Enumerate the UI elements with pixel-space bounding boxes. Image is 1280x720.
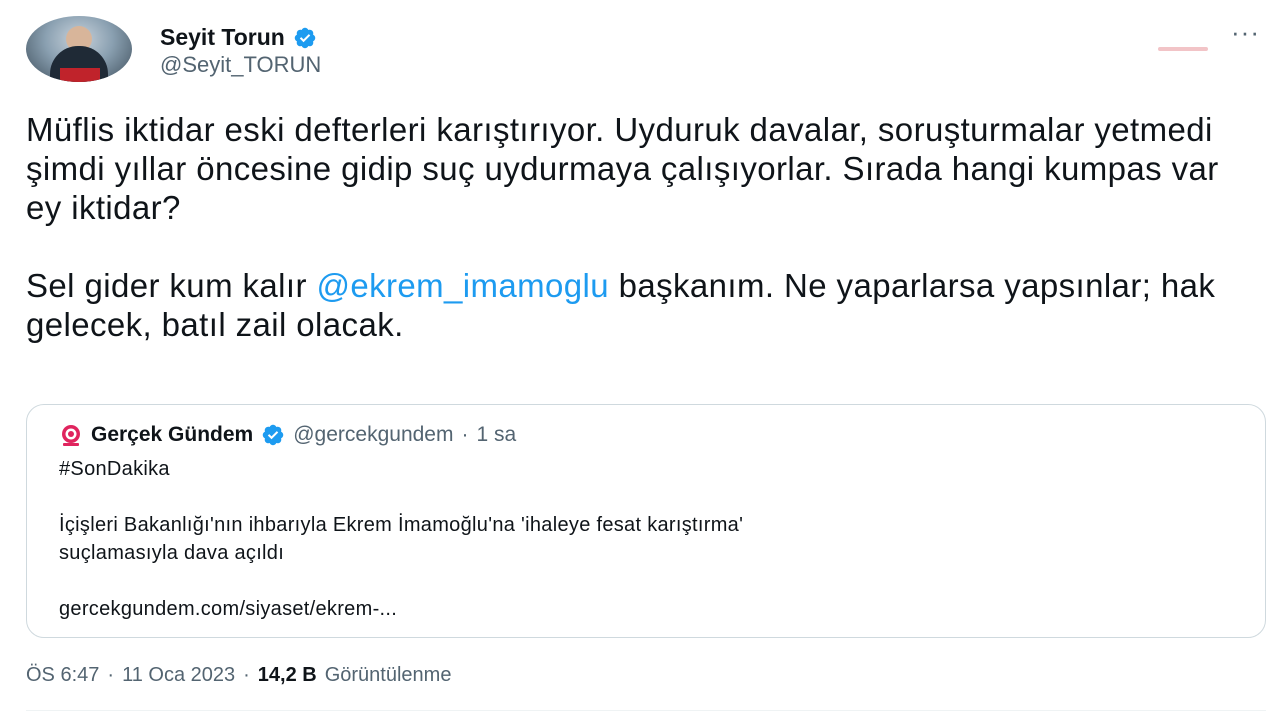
tweet-paragraph-2-start: Sel gider kum kalır [26, 267, 317, 304]
more-options-icon[interactable]: ··· [1231, 19, 1260, 45]
quoted-timestamp[interactable]: 1 sa [476, 423, 516, 447]
tweet-meta: ÖS 6:47 · 11 Oca 2023 · 14,2 B Görüntüle… [26, 664, 451, 687]
quoted-tweet-card[interactable]: Gerçek Gündem @gercekgundem · 1 sa #SonD… [26, 404, 1266, 638]
verified-badge-icon [294, 27, 316, 48]
views-label: Görüntülenme [324, 664, 452, 686]
mention-link[interactable]: @ekrem_imamoglu [316, 267, 609, 304]
quoted-text-line-1: İçişleri Bakanlığı'nın ihbarıyla Ekrem İ… [59, 514, 744, 536]
divider [26, 710, 1266, 711]
tweet-card: Seyit Torun @Seyit_TORUN ··· Müflis ikti… [0, 0, 1280, 720]
tweet-paragraph-1: Müflis iktidar eski defterleri karıştırı… [26, 111, 1219, 226]
quoted-author-handle[interactable]: @gercekgundem [293, 423, 453, 447]
quoted-hashtag[interactable]: #SonDakika [59, 455, 170, 483]
gercek-gundem-logo-icon [62, 425, 80, 446]
tweet-text: Müflis iktidar eski defterleri karıştırı… [26, 110, 1246, 344]
views-count: 14,2 B [257, 664, 317, 686]
author-handle[interactable]: @Seyit_TORUN [160, 52, 321, 78]
quoted-link[interactable]: gercekgundem.com/siyaset/ekrem-... [59, 595, 397, 623]
meta-separator-1: · [107, 664, 115, 686]
quoted-verified-badge-icon [262, 424, 284, 446]
author-name-row[interactable]: Seyit Torun [160, 24, 317, 51]
author-display-name[interactable]: Seyit Torun [160, 24, 285, 51]
tweet-time[interactable]: ÖS 6:47 [26, 664, 99, 687]
quoted-text-line-2: suçlamasıyla dava açıldı [59, 542, 285, 564]
tweet-paragraph-2: Sel gider kum kalır @ekrem_imamoglu başk… [26, 266, 1246, 344]
tweet-date[interactable]: 11 Oca 2023 [122, 664, 235, 687]
quoted-header: Gerçek Gündem @gercekgundem · 1 sa [59, 423, 516, 447]
avatar-podium [60, 68, 100, 82]
quoted-author-name[interactable]: Gerçek Gündem [91, 423, 253, 447]
watermark-mark [1158, 44, 1208, 54]
quoted-separator: · [461, 423, 469, 446]
author-avatar[interactable] [26, 16, 132, 82]
meta-separator-2: · [243, 664, 250, 686]
